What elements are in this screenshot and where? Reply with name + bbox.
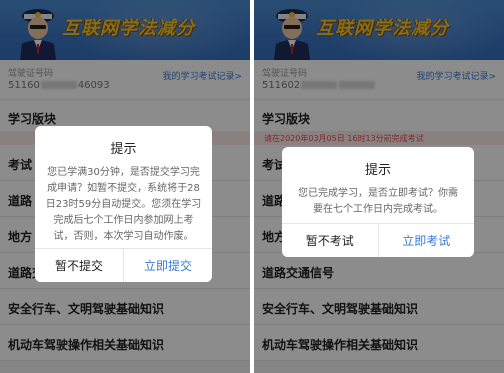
exam-confirm-dialog: 提示 您已完成学习，是否立即考试？你需要在七个工作日内完成考试。 暂不考试 立即…: [282, 147, 474, 257]
dialog-actions: 暂不提交 立即提交: [35, 248, 212, 282]
submit-now-button[interactable]: 立即提交: [124, 249, 212, 282]
not-exam-button[interactable]: 暂不考试: [282, 224, 379, 257]
not-submit-button[interactable]: 暂不提交: [35, 249, 124, 282]
dialog-title: 提示: [110, 142, 137, 157]
dialog-message: 您已学满30分钟，是否提交学习完成申请？如暂不提交，系统将于28日23时59分自…: [45, 167, 202, 242]
dialog-message: 您已完成学习，是否立即考试？你需要在七个工作日内完成考试。: [298, 188, 458, 215]
dialog-title: 提示: [364, 163, 391, 178]
screen-right: 互联网学法减分 驾驶证号码 511602 我的学习考试记录> 学习版块 请在20…: [254, 0, 504, 373]
screen-left: 互联网学法减分 驾驶证号码 51160 46093 我的学习考试记录> 学习版块 …: [0, 0, 250, 373]
exam-now-button[interactable]: 立即考试: [378, 224, 474, 257]
dialog-actions: 暂不考试 立即考试: [282, 223, 474, 257]
submit-confirm-dialog: 提示 您已学满30分钟，是否提交学习完成申请？如暂不提交，系统将于28日23时5…: [35, 126, 212, 282]
